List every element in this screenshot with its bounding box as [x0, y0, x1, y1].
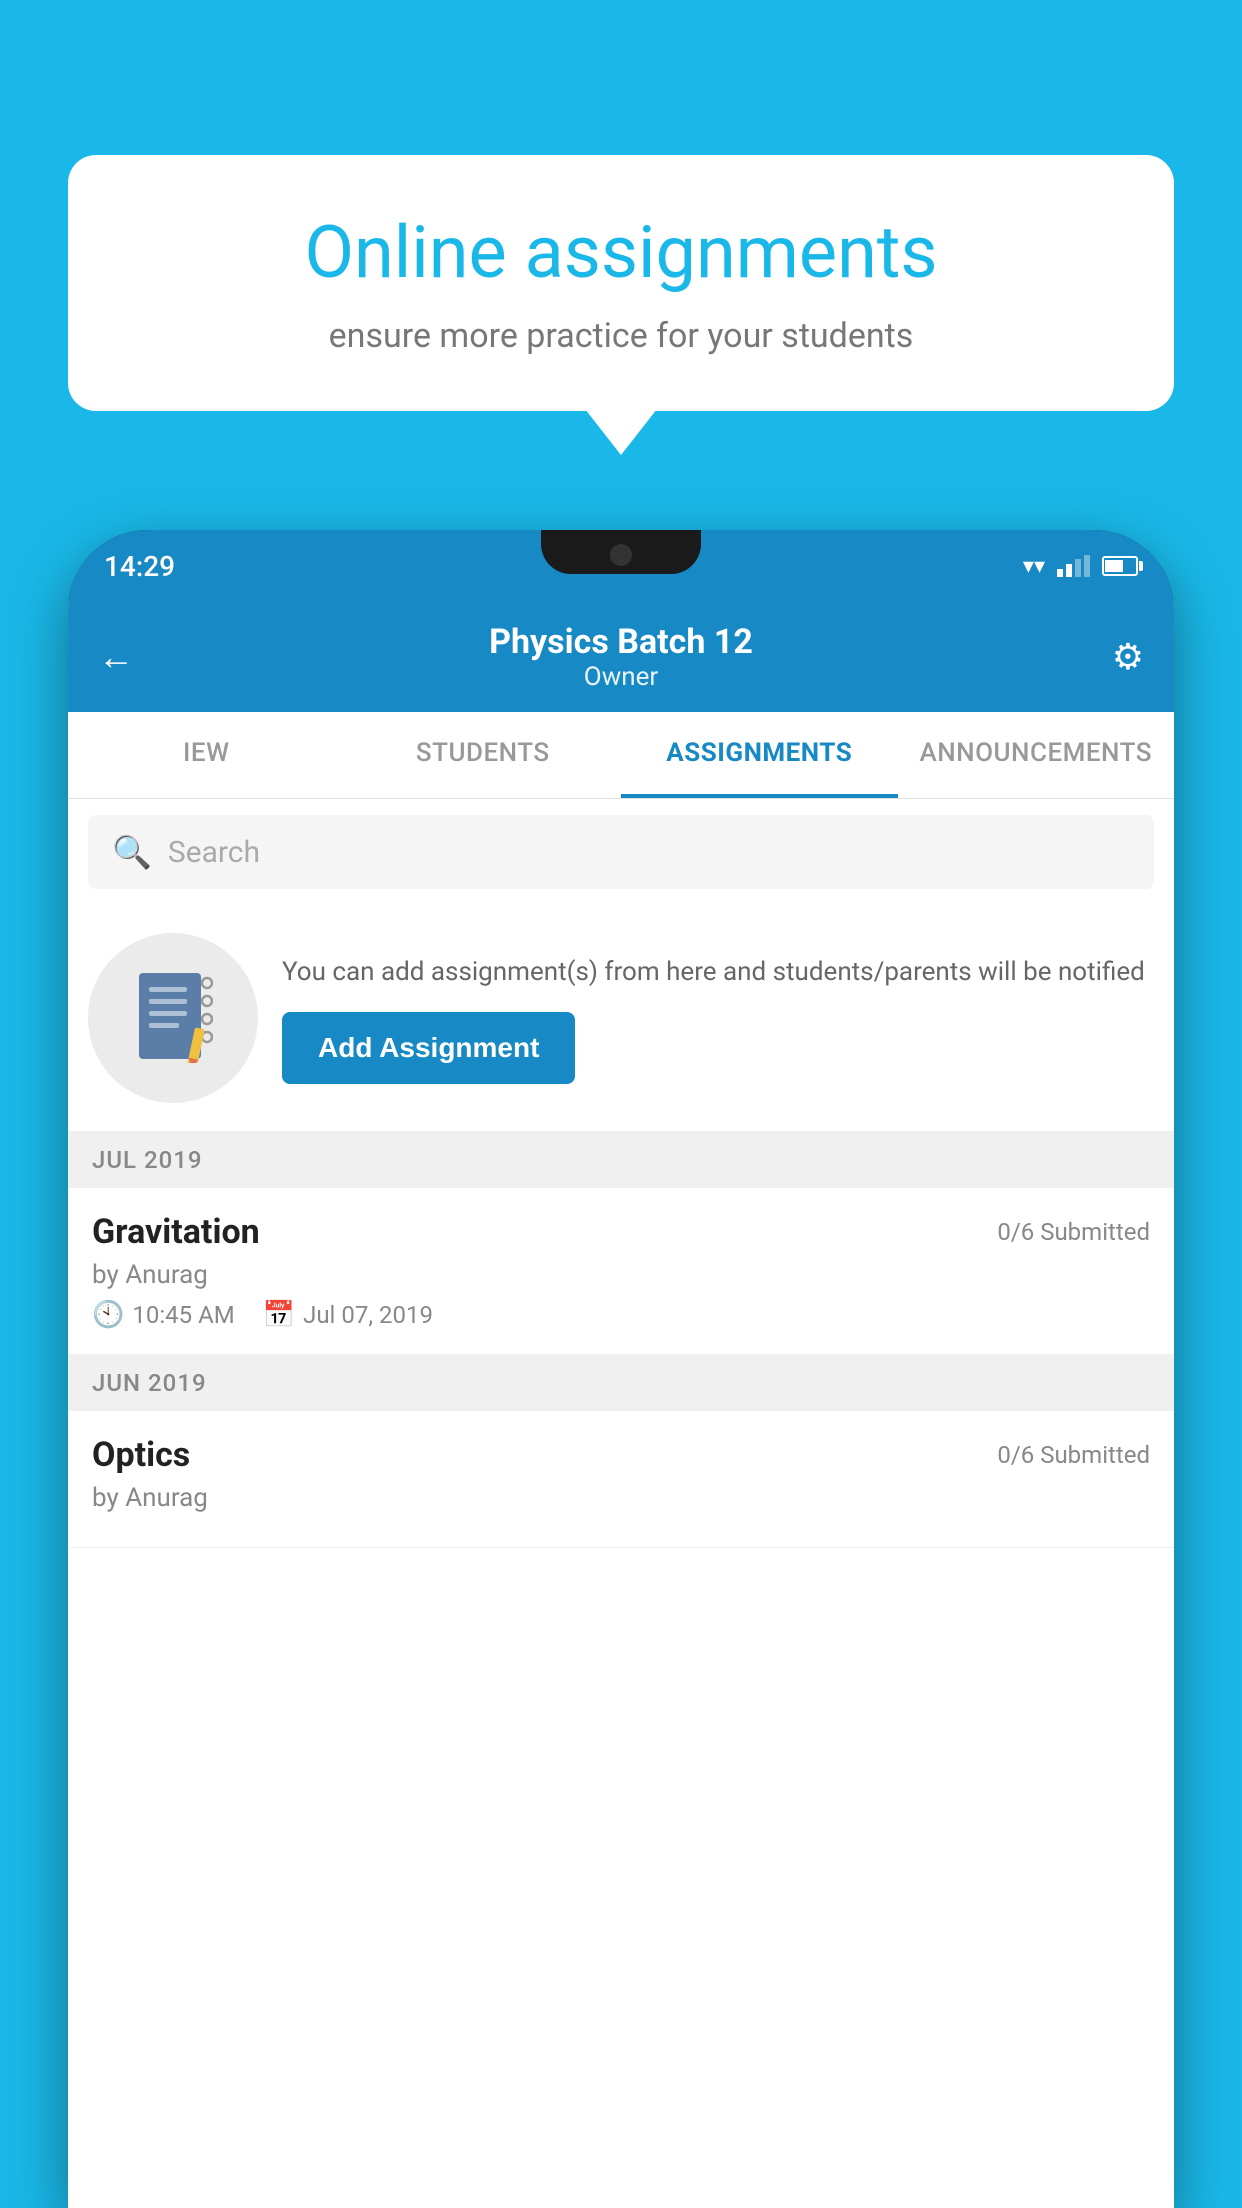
assignment-by-optics: by Anurag: [92, 1483, 1150, 1513]
status-icons: ▾▾: [1023, 554, 1138, 579]
tab-assignments[interactable]: ASSIGNMENTS: [621, 712, 898, 798]
assignment-item-optics[interactable]: Optics 0/6 Submitted by Anurag: [68, 1411, 1174, 1548]
tab-students[interactable]: STUDENTS: [345, 712, 622, 798]
assignment-name-gravitation: Gravitation: [92, 1212, 260, 1252]
search-bar[interactable]: 🔍 Search: [88, 815, 1154, 889]
month-separator-jun: JUN 2019: [68, 1355, 1174, 1411]
assignment-submitted-optics: 0/6 Submitted: [997, 1441, 1150, 1469]
tabs-bar: IEW STUDENTS ASSIGNMENTS ANNOUNCEMENTS: [68, 712, 1174, 799]
assignment-meta-gravitation: 🕙 10:45 AM 📅 Jul 07, 2019: [92, 1300, 1150, 1330]
tab-announcements[interactable]: ANNOUNCEMENTS: [898, 712, 1175, 798]
signal-icon: [1057, 555, 1090, 577]
add-assignment-section: You can add assignment(s) from here and …: [68, 905, 1174, 1132]
add-assignment-button[interactable]: Add Assignment: [282, 1012, 575, 1084]
promo-container: Online assignments ensure more practice …: [68, 155, 1174, 411]
search-icon: 🔍: [112, 833, 152, 871]
calendar-icon: 📅: [263, 1300, 295, 1330]
assignment-submitted-gravitation: 0/6 Submitted: [997, 1218, 1150, 1246]
wifi-icon: ▾▾: [1023, 554, 1045, 579]
battery-icon: [1102, 556, 1138, 576]
phone-frame: 14:29 ▾▾ ← Physics Batch 12 Owner ⚙: [68, 530, 1174, 2208]
month-separator-jul: JUL 2019: [68, 1132, 1174, 1188]
assignment-by-gravitation: by Anurag: [92, 1260, 1150, 1290]
phone-notch: [541, 530, 701, 574]
assignment-row1: Gravitation 0/6 Submitted: [92, 1212, 1150, 1252]
assignment-item-gravitation[interactable]: Gravitation 0/6 Submitted by Anurag 🕙 10…: [68, 1188, 1174, 1355]
assignment-time-gravitation: 🕙 10:45 AM: [92, 1300, 235, 1330]
assignment-date-value: Jul 07, 2019: [303, 1301, 433, 1329]
promo-title: Online assignments: [128, 210, 1114, 296]
app-content: ← Physics Batch 12 Owner ⚙ IEW STUDENTS …: [68, 602, 1174, 2208]
clock-icon: 🕙: [92, 1300, 124, 1330]
back-button[interactable]: ←: [98, 636, 134, 678]
search-placeholder: Search: [168, 835, 260, 870]
settings-icon[interactable]: ⚙: [1112, 636, 1144, 678]
app-header: ← Physics Batch 12 Owner ⚙: [68, 602, 1174, 712]
header-center: Physics Batch 12 Owner: [489, 622, 753, 692]
assignment-name-optics: Optics: [92, 1435, 190, 1475]
assignment-date-gravitation: 📅 Jul 07, 2019: [263, 1300, 433, 1330]
assignment-info: You can add assignment(s) from here and …: [282, 953, 1154, 1084]
search-bar-container: 🔍 Search: [68, 799, 1174, 905]
status-time: 14:29: [104, 550, 175, 583]
header-title: Physics Batch 12: [489, 622, 753, 662]
assignment-description: You can add assignment(s) from here and …: [282, 953, 1154, 992]
assignment-icon-circle: [88, 933, 258, 1103]
tab-iew[interactable]: IEW: [68, 712, 345, 798]
header-subtitle: Owner: [489, 662, 753, 692]
assignment-time-value: 10:45 AM: [132, 1301, 234, 1329]
speech-bubble: Online assignments ensure more practice …: [68, 155, 1174, 411]
notebook-svg: [133, 973, 213, 1063]
assignment-row1-optics: Optics 0/6 Submitted: [92, 1435, 1150, 1475]
camera: [610, 544, 632, 566]
promo-subtitle: ensure more practice for your students: [128, 316, 1114, 356]
